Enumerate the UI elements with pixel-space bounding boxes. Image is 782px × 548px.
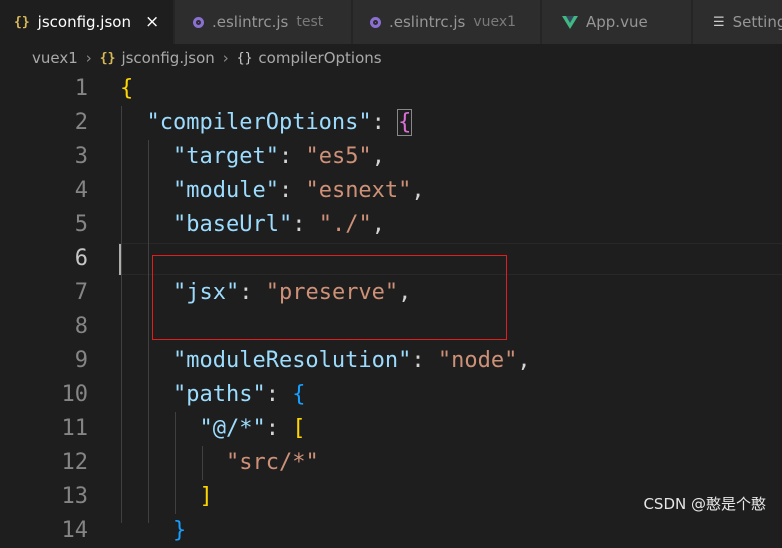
settings-icon: ☰	[713, 14, 725, 30]
json-string: "node"	[437, 348, 518, 373]
code-line: 14 }	[0, 514, 782, 548]
breadcrumb-item-file[interactable]: jsconfig.json	[121, 49, 214, 67]
line-number: 10	[61, 382, 89, 407]
line-number: 7	[74, 280, 88, 305]
json-key: "target"	[172, 144, 279, 169]
chevron-right-icon: ›	[85, 49, 92, 67]
json-string: "es5"	[305, 144, 372, 169]
json-key: "@/*"	[199, 416, 266, 441]
tab-sublabel: vuex1	[473, 14, 517, 30]
brace: }	[172, 518, 187, 543]
json-key: "module"	[172, 178, 279, 203]
chevron-right-icon: ›	[222, 49, 229, 67]
code-editor[interactable]: 1 { 2 "compilerOptions": { 3 "target": "…	[0, 72, 782, 543]
braces-icon: {}	[14, 14, 30, 30]
tab-label: Setting	[732, 13, 782, 31]
code-line: 12 "src/*"	[0, 446, 782, 480]
line-number: 11	[61, 416, 89, 441]
breadcrumb: vuex1 › {} jsconfig.json › {} compilerOp…	[0, 44, 782, 72]
code-line: 4 "module": "esnext",	[0, 174, 782, 208]
line-number: 12	[61, 450, 89, 475]
object-icon: {}	[236, 50, 253, 66]
json-string: "esnext"	[305, 178, 412, 203]
breadcrumb-item-folder[interactable]: vuex1	[32, 49, 78, 67]
line-number: 1	[74, 76, 88, 101]
json-key: "compilerOptions"	[146, 110, 372, 135]
tab-jsconfig[interactable]: {} jsconfig.json ×	[0, 0, 174, 44]
json-string: "./"	[318, 212, 372, 237]
line-number: 13	[61, 484, 89, 509]
code-line: 2 "compilerOptions": {	[0, 106, 782, 140]
bracket: ]	[199, 484, 213, 509]
line-number: 8	[74, 314, 88, 339]
braces-icon: {}	[99, 50, 116, 66]
brace: {	[292, 382, 306, 407]
eslint-icon	[193, 16, 204, 28]
brace: {	[397, 109, 413, 136]
tab-eslintrc-test[interactable]: .eslintrc.js test	[175, 0, 352, 44]
tab-bar: {} jsconfig.json × .eslintrc.js test .es…	[0, 0, 782, 44]
line-number: 5	[74, 212, 88, 237]
tab-settings[interactable]: ☰ Setting	[693, 0, 782, 44]
line-number: 9	[74, 348, 88, 373]
json-key: "baseUrl"	[172, 212, 293, 237]
line-number: 2	[74, 110, 88, 135]
tab-label: App.vue	[586, 13, 648, 31]
breadcrumb-item-symbol[interactable]: compilerOptions	[258, 49, 381, 67]
line-number: 14	[61, 518, 89, 543]
code-line: 11 "@/*": [	[0, 412, 782, 446]
tab-app-vue[interactable]: App.vue	[542, 0, 692, 44]
line-number: 3	[74, 144, 88, 169]
tab-label: .eslintrc.js	[212, 13, 289, 31]
close-icon[interactable]: ×	[145, 12, 159, 32]
json-string: "src/*"	[225, 450, 319, 475]
vue-icon	[562, 15, 578, 29]
tab-label: jsconfig.json	[37, 13, 131, 31]
eslint-icon	[370, 16, 381, 28]
code-line: 1 {	[0, 72, 782, 106]
watermark: CSDN @憨是个憨	[643, 495, 766, 513]
code-line: 10 "paths": {	[0, 378, 782, 412]
json-key: "paths"	[172, 382, 266, 407]
code-line: 9 "moduleResolution": "node",	[0, 344, 782, 378]
code-line: 5 "baseUrl": "./",	[0, 208, 782, 242]
line-number: 6	[74, 246, 88, 271]
line-number: 4	[74, 178, 88, 203]
bracket: [	[292, 416, 306, 441]
json-key: "moduleResolution"	[172, 348, 412, 373]
annotation-highlight-box	[152, 255, 507, 340]
code-line: 3 "target": "es5",	[0, 140, 782, 174]
brace: {	[120, 76, 134, 101]
tab-eslintrc-vuex1[interactable]: .eslintrc.js vuex1	[353, 0, 541, 44]
tab-label: .eslintrc.js	[389, 13, 466, 31]
tab-sublabel: test	[296, 14, 324, 30]
